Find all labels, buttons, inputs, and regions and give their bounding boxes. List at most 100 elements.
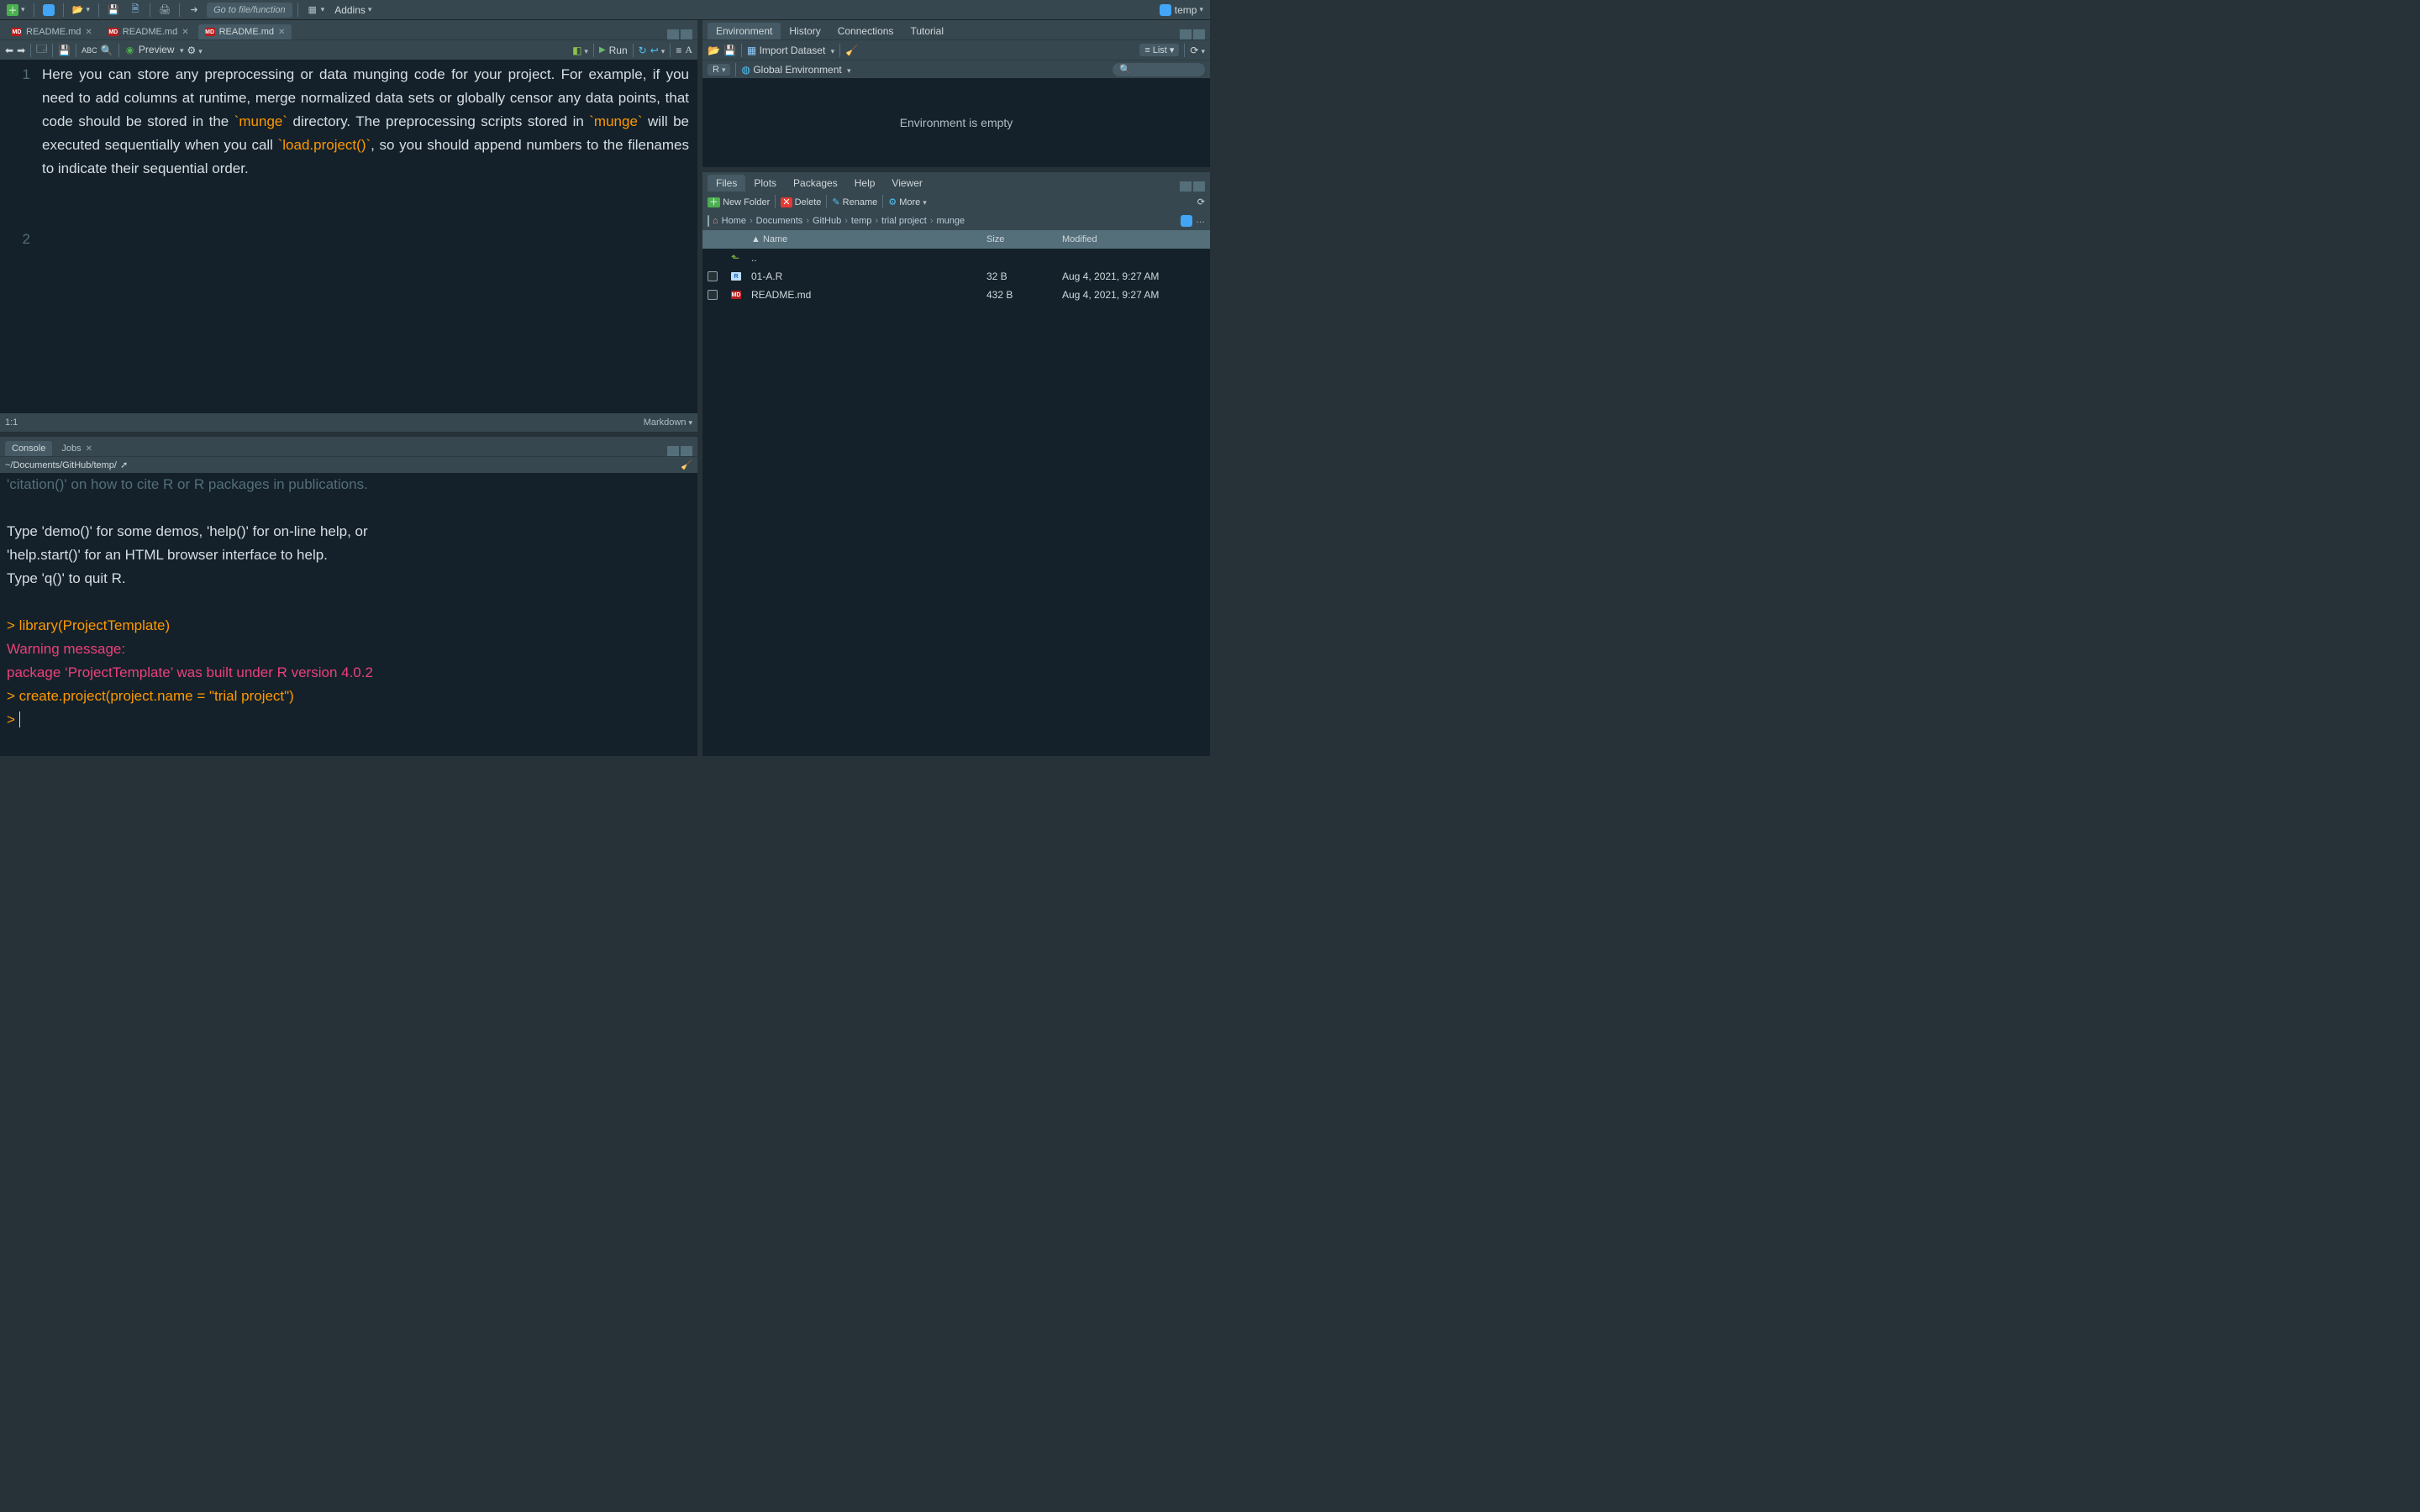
- open-file-button[interactable]: 📂: [69, 3, 94, 18]
- view-mode-button[interactable]: ≡ List ▾: [1139, 44, 1179, 56]
- project-badge-icon[interactable]: [1181, 215, 1192, 227]
- minimize-pane-icon[interactable]: [1180, 181, 1192, 192]
- env-empty-label: Environment is empty: [702, 78, 1210, 167]
- tab-tutorial[interactable]: Tutorial: [902, 23, 952, 39]
- checkbox[interactable]: [708, 271, 718, 281]
- home-icon[interactable]: ⌂: [713, 216, 718, 226]
- tab-connections[interactable]: Connections: [829, 23, 902, 39]
- new-file-button[interactable]: ＋: [3, 3, 29, 18]
- refresh-files-button[interactable]: ⟳: [1197, 197, 1205, 207]
- run-button[interactable]: ▶Run: [599, 45, 628, 56]
- spellcheck-button[interactable]: ABC: [82, 46, 97, 55]
- file-name: ..: [751, 252, 986, 264]
- env-scope-button[interactable]: ◍ Global Environment: [741, 64, 850, 76]
- save-workspace-button[interactable]: 💾: [723, 45, 736, 56]
- file-row[interactable]: MD README.md 432 B Aug 4, 2021, 9:27 AM: [702, 286, 1210, 304]
- col-modified[interactable]: Modified: [1062, 234, 1205, 244]
- source-tab-0[interactable]: MD README.md ✕: [5, 24, 99, 39]
- more-button[interactable]: ⚙ More: [888, 197, 927, 207]
- tab-label: Jobs: [61, 444, 81, 454]
- save-all-button[interactable]: 🗎: [126, 3, 145, 18]
- source-options-button[interactable]: ↩: [650, 45, 666, 56]
- crumb-item[interactable]: GitHub: [813, 216, 841, 226]
- col-size[interactable]: Size: [986, 234, 1062, 244]
- files-pane: Files Plots Packages Help Viewer ＋ New F…: [702, 172, 1210, 756]
- main-toolbar: ＋ 📂 💾 🗎 🖨 ➜ Go to file/function ▦ Addins…: [0, 0, 1210, 20]
- insert-chunk-button[interactable]: ◧: [572, 45, 588, 56]
- close-icon[interactable]: ✕: [278, 28, 285, 37]
- close-icon[interactable]: ✕: [182, 28, 188, 37]
- console-path-bar: ~/Documents/GitHub/temp/ ➚ 🧹: [0, 456, 697, 473]
- editor-area[interactable]: 1 2 Here you can store any preprocessing…: [0, 60, 697, 413]
- delete-button[interactable]: ✕ Delete: [781, 197, 821, 207]
- source-tab-label: README.md: [219, 27, 274, 37]
- maximize-pane-icon[interactable]: [681, 446, 692, 456]
- import-dataset-button[interactable]: ▦ Import Dataset: [747, 45, 834, 56]
- language-mode-button[interactable]: Markdown: [644, 417, 692, 428]
- find-replace-button[interactable]: 🔍: [101, 45, 113, 56]
- rename-button[interactable]: ✎ Rename: [832, 197, 877, 207]
- forward-button[interactable]: ➡: [17, 45, 25, 56]
- crumb-home[interactable]: Home: [722, 216, 746, 226]
- close-icon[interactable]: ✕: [86, 444, 92, 454]
- maximize-pane-icon[interactable]: [1193, 29, 1205, 39]
- new-project-button[interactable]: [39, 3, 58, 18]
- tab-viewer[interactable]: Viewer: [883, 175, 930, 192]
- markdown-icon: MD: [12, 28, 22, 36]
- project-menu-button[interactable]: temp: [1156, 3, 1207, 18]
- font-size-button[interactable]: A: [685, 44, 692, 56]
- env-search-input[interactable]: 🔍: [1113, 63, 1205, 76]
- file-row[interactable]: R 01-A.R 32 B Aug 4, 2021, 9:27 AM: [702, 267, 1210, 286]
- print-button[interactable]: 🖨: [155, 3, 174, 18]
- back-button[interactable]: ⬅: [5, 45, 13, 56]
- source-toolbar: ⬅ ➡ 🗔 💾 ABC 🔍 ◉ Preview ⚙ ◧ ▶Run: [0, 39, 697, 60]
- tab-plots[interactable]: Plots: [745, 175, 785, 192]
- language-scope-button[interactable]: R: [708, 64, 730, 76]
- clear-env-button[interactable]: 🧹: [845, 45, 858, 56]
- rerun-button[interactable]: ↻: [639, 45, 647, 56]
- maximize-pane-icon[interactable]: [1193, 181, 1205, 192]
- crumb-item[interactable]: temp: [851, 216, 871, 226]
- refresh-env-button[interactable]: ⟳: [1190, 45, 1205, 56]
- tab-files[interactable]: Files: [708, 175, 745, 192]
- minimize-pane-icon[interactable]: [667, 29, 679, 39]
- load-workspace-button[interactable]: 📂: [708, 45, 720, 56]
- source-tab-1[interactable]: MD README.md ✕: [102, 24, 196, 39]
- select-all-checkbox[interactable]: [708, 216, 709, 226]
- save-source-button[interactable]: 💾: [58, 45, 71, 56]
- crumb-item[interactable]: trial project: [881, 216, 927, 226]
- new-folder-button[interactable]: ＋ New Folder: [708, 195, 770, 208]
- grid-view-button[interactable]: ▦: [303, 3, 329, 18]
- environment-pane: Environment History Connections Tutorial…: [702, 20, 1210, 167]
- file-row-up[interactable]: ⬑ ..: [702, 249, 1210, 267]
- save-button[interactable]: 💾: [104, 3, 123, 18]
- addins-button[interactable]: Addins: [331, 3, 375, 18]
- tab-console[interactable]: Console: [5, 441, 52, 456]
- knit-options-button[interactable]: ⚙: [187, 45, 202, 56]
- preview-button[interactable]: ◉ Preview: [124, 44, 184, 56]
- clear-console-button[interactable]: 🧹: [681, 459, 692, 470]
- tab-help[interactable]: Help: [846, 175, 884, 192]
- col-name[interactable]: ▲ Name: [751, 234, 986, 244]
- env-toolbar: 📂 💾 ▦ Import Dataset 🧹 ≡ List ▾ ⟳: [702, 39, 1210, 60]
- crumb-item[interactable]: munge: [937, 216, 965, 226]
- minimize-pane-icon[interactable]: [1180, 29, 1192, 39]
- crumb-item[interactable]: Documents: [756, 216, 803, 226]
- tab-jobs[interactable]: Jobs ✕: [55, 441, 99, 456]
- goto-dir-button[interactable]: ➚: [120, 459, 128, 470]
- tab-packages[interactable]: Packages: [785, 175, 846, 192]
- outline-button[interactable]: ≡: [676, 45, 681, 56]
- checkbox[interactable]: [708, 290, 718, 300]
- close-icon[interactable]: ✕: [85, 28, 92, 37]
- show-in-new-window-button[interactable]: 🗔: [36, 41, 47, 59]
- minimize-pane-icon[interactable]: [667, 446, 679, 456]
- editor-content[interactable]: Here you can store any preprocessing or …: [37, 60, 697, 413]
- tab-environment[interactable]: Environment: [708, 23, 781, 39]
- tab-history[interactable]: History: [781, 23, 829, 39]
- line-gutter: 1 2: [0, 60, 37, 413]
- maximize-pane-icon[interactable]: [681, 29, 692, 39]
- more-path-button[interactable]: …: [1196, 215, 1205, 227]
- source-tab-2[interactable]: MD README.md ✕: [198, 24, 292, 39]
- console-output[interactable]: 'citation()' on how to cite R or R packa…: [0, 473, 697, 756]
- goto-input[interactable]: Go to file/function: [207, 3, 292, 18]
